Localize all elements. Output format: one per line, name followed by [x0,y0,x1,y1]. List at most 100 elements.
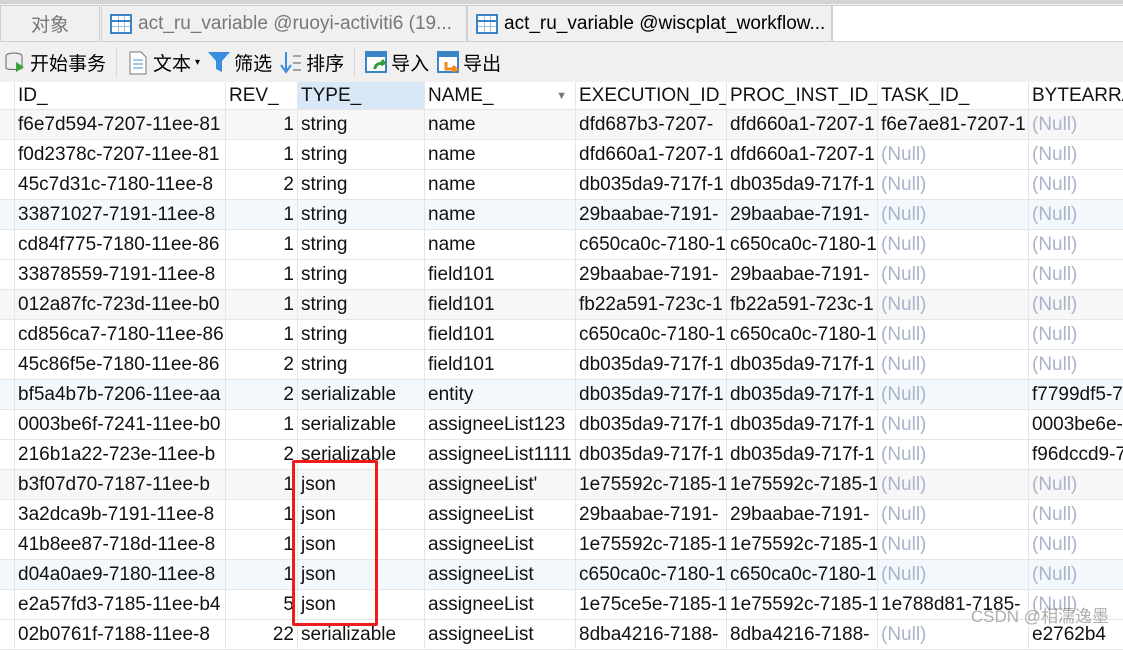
table-row[interactable]: 45c7d31c-7180-11ee-8 2 string name db035da9-… [0,170,1123,200]
cell-rev[interactable]: 1 [226,110,298,139]
row-indicator[interactable] [0,260,15,289]
table-row[interactable]: cd856ca7-7180-11ee-86 1 string field101 c650… [0,320,1123,350]
cell-execution-id[interactable]: 8dba4216-7188- [576,620,727,649]
cell-name[interactable]: field101 [425,290,576,319]
cell-execution-id[interactable]: c650ca0c-7180-1 [576,560,727,589]
cell-name[interactable]: assigneeList [425,530,576,559]
cell-type[interactable]: string [298,350,425,379]
cell-id[interactable]: 41b8ee87-718d-11ee-8 [15,530,226,559]
cell-task-id[interactable]: (Null) [878,290,1029,319]
cell-id[interactable]: 45c86f5e-7180-11ee-86 [15,350,226,379]
cell-execution-id[interactable]: 1e75ce5e-7185-1 [576,590,727,619]
row-indicator[interactable] [0,530,15,559]
column-header-id[interactable]: ID_ [15,82,226,109]
cell-proc-inst-id[interactable]: db035da9-717f-1 [727,350,878,379]
begin-transaction-button[interactable]: 开始事务 [0,46,110,78]
column-header-proc-inst-id[interactable]: PROC_INST_ID_ [727,82,878,109]
row-indicator[interactable] [0,320,15,349]
cell-name[interactable]: name [425,200,576,229]
cell-task-id[interactable]: (Null) [878,350,1029,379]
cell-bytearray[interactable]: (Null) [1029,230,1123,259]
cell-bytearray[interactable]: (Null) [1029,560,1123,589]
cell-proc-inst-id[interactable]: fb22a591-723c-1 [727,290,878,319]
cell-id[interactable]: 3a2dca9b-7191-11ee-8 [15,500,226,529]
cell-type[interactable]: serializable [298,380,425,409]
cell-rev[interactable]: 1 [226,140,298,169]
cell-task-id[interactable]: (Null) [878,500,1029,529]
cell-name[interactable]: assigneeList [425,560,576,589]
cell-bytearray[interactable]: 0003be6e- [1029,410,1123,439]
cell-task-id[interactable]: (Null) [878,380,1029,409]
cell-id[interactable]: 0003be6f-7241-11ee-b0 [15,410,226,439]
cell-rev[interactable]: 2 [226,350,298,379]
row-indicator[interactable] [0,560,15,589]
cell-bytearray[interactable]: (Null) [1029,170,1123,199]
cell-rev[interactable]: 1 [226,320,298,349]
table-row[interactable]: 45c86f5e-7180-11ee-86 2 string field101 db03… [0,350,1123,380]
cell-execution-id[interactable]: 29baabae-7191- [576,200,727,229]
cell-rev[interactable]: 1 [226,470,298,499]
cell-execution-id[interactable]: 1e75592c-7185-1 [576,530,727,559]
cell-name[interactable]: entity [425,380,576,409]
cell-name[interactable]: assigneeList [425,620,576,649]
cell-proc-inst-id[interactable]: 1e75592c-7185-1 [727,530,878,559]
row-indicator[interactable] [0,500,15,529]
cell-bytearray[interactable]: f7799df5-7 [1029,380,1123,409]
column-header-rev[interactable]: REV_ [226,82,298,109]
cell-bytearray[interactable]: (Null) [1029,110,1123,139]
row-indicator[interactable] [0,470,15,499]
cell-execution-id[interactable]: dfd687b3-7207- [576,110,727,139]
cell-task-id[interactable]: f6e7ae81-7207-1 [878,110,1029,139]
cell-type[interactable]: json [298,590,425,619]
table-row[interactable]: bf5a4b7b-7206-11ee-aa 2 serializable entity… [0,380,1123,410]
cell-type[interactable]: string [298,170,425,199]
tab-act-ru-variable-wiscplat[interactable]: act_ru_variable @wiscplat_workflow... [467,5,832,42]
cell-proc-inst-id[interactable]: db035da9-717f-1 [727,440,878,469]
row-indicator[interactable] [0,290,15,319]
cell-bytearray[interactable]: (Null) [1029,530,1123,559]
cell-type[interactable]: string [298,200,425,229]
cell-type[interactable]: serializable [298,620,425,649]
cell-proc-inst-id[interactable]: db035da9-717f-1 [727,410,878,439]
cell-rev[interactable]: 1 [226,230,298,259]
cell-execution-id[interactable]: dfd660a1-7207-1 [576,140,727,169]
cell-task-id[interactable]: (Null) [878,440,1029,469]
cell-id[interactable]: 45c7d31c-7180-11ee-8 [15,170,226,199]
cell-bytearray[interactable]: (Null) [1029,350,1123,379]
cell-bytearray[interactable]: (Null) [1029,500,1123,529]
cell-rev[interactable]: 1 [226,410,298,439]
sort-button[interactable]: 排序 [276,46,348,78]
cell-id[interactable]: 33871027-7191-11ee-8 [15,200,226,229]
cell-name[interactable]: assigneeList1111 [425,440,576,469]
cell-execution-id[interactable]: db035da9-717f-1 [576,410,727,439]
cell-name[interactable]: name [425,110,576,139]
table-row[interactable]: 012a87fc-723d-11ee-b0 1 string field101 fb22… [0,290,1123,320]
cell-task-id[interactable]: (Null) [878,530,1029,559]
column-header-type[interactable]: TYPE_ [298,82,425,109]
cell-task-id[interactable]: (Null) [878,470,1029,499]
cell-id[interactable]: d04a0ae9-7180-11ee-8 [15,560,226,589]
cell-proc-inst-id[interactable]: 1e75592c-7185-1 [727,590,878,619]
row-indicator[interactable] [0,410,15,439]
cell-name[interactable]: name [425,170,576,199]
cell-task-id[interactable]: (Null) [878,260,1029,289]
cell-name[interactable]: assigneeList [425,500,576,529]
row-indicator[interactable] [0,170,15,199]
column-header-name[interactable]: NAME_ ▼ [425,82,576,109]
cell-proc-inst-id[interactable]: db035da9-717f-1 [727,170,878,199]
cell-execution-id[interactable]: c650ca0c-7180-1 [576,230,727,259]
cell-id[interactable]: 012a87fc-723d-11ee-b0 [15,290,226,319]
cell-id[interactable]: cd84f775-7180-11ee-86 [15,230,226,259]
cell-execution-id[interactable]: db035da9-717f-1 [576,380,727,409]
cell-bytearray[interactable]: (Null) [1029,470,1123,499]
cell-bytearray[interactable]: (Null) [1029,290,1123,319]
cell-proc-inst-id[interactable]: 8dba4216-7188- [727,620,878,649]
table-row[interactable]: 33871027-7191-11ee-8 1 string name 29baabae-… [0,200,1123,230]
import-button[interactable]: 导入 [361,46,433,78]
cell-rev[interactable]: 22 [226,620,298,649]
cell-proc-inst-id[interactable]: c650ca0c-7180-1 [727,560,878,589]
row-indicator[interactable] [0,620,15,649]
cell-proc-inst-id[interactable]: 29baabae-7191- [727,200,878,229]
cell-rev[interactable]: 1 [226,200,298,229]
cell-task-id[interactable]: (Null) [878,320,1029,349]
